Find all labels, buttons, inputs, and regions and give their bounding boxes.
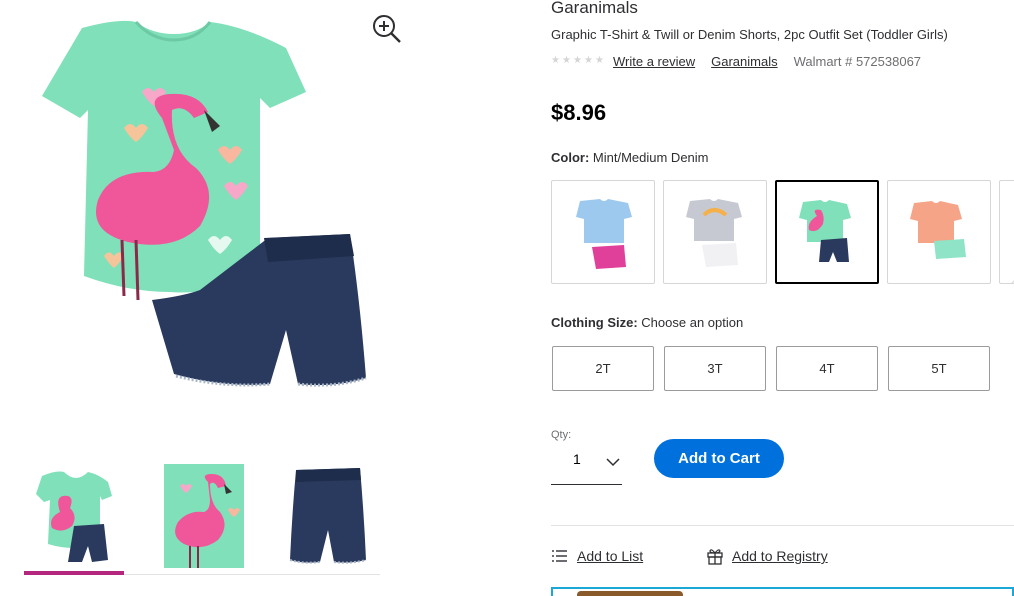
size-label-row: Clothing Size: Choose an option bbox=[551, 315, 743, 330]
swatch-coral-tee-mint-shorts[interactable] bbox=[887, 180, 991, 284]
swatch-blue-tee-pink-shorts[interactable] bbox=[551, 180, 655, 284]
swatch-gray-tee-white-shorts[interactable] bbox=[663, 180, 767, 284]
swatch-mint-tee-denim-shorts[interactable] bbox=[775, 180, 879, 284]
thumbnail-denim-shorts[interactable] bbox=[288, 464, 368, 568]
review-row: ★ ★ ★ ★ ★ Write a review Garanimals Walm… bbox=[551, 52, 921, 70]
chevron-down-icon bbox=[606, 454, 620, 467]
star-icon: ★ bbox=[584, 55, 593, 66]
quantity-value: 1 bbox=[573, 451, 581, 467]
promo-image bbox=[577, 591, 683, 596]
add-to-cart-button[interactable]: Add to Cart bbox=[654, 439, 784, 478]
main-product-image[interactable] bbox=[24, 0, 384, 430]
quantity-label: Qty: bbox=[551, 429, 572, 441]
swatch-more[interactable] bbox=[999, 180, 1014, 284]
color-value: Mint/Medium Denim bbox=[592, 150, 709, 165]
promo-banner[interactable] bbox=[551, 587, 1014, 596]
list-icon bbox=[551, 547, 569, 565]
add-to-registry-action[interactable]: Add to Registry bbox=[706, 546, 828, 566]
size-label: Clothing Size: bbox=[551, 315, 638, 330]
rating-stars: ★ ★ ★ ★ ★ bbox=[551, 56, 605, 66]
size-value: Choose an option bbox=[641, 315, 744, 330]
outfit-illustration bbox=[42, 20, 367, 387]
color-label-row: Color: Mint/Medium Denim bbox=[551, 150, 709, 165]
add-to-registry-link[interactable]: Add to Registry bbox=[732, 548, 828, 564]
write-review-link[interactable]: Write a review bbox=[613, 54, 695, 69]
add-to-list-action[interactable]: Add to List bbox=[551, 546, 643, 566]
gift-icon bbox=[706, 547, 724, 565]
zoom-in-icon[interactable] bbox=[370, 12, 404, 46]
star-icon: ★ bbox=[573, 55, 582, 66]
star-icon: ★ bbox=[595, 55, 604, 66]
thumbnail-outfit-set[interactable] bbox=[34, 464, 114, 568]
color-swatches bbox=[551, 180, 1014, 284]
product-title: Graphic T-Shirt & Twill or Denim Shorts,… bbox=[551, 27, 948, 42]
size-option-2t[interactable]: 2T bbox=[552, 346, 654, 391]
thumbnail-strip bbox=[24, 456, 380, 576]
section-divider bbox=[551, 525, 1014, 526]
size-option-4t[interactable]: 4T bbox=[776, 346, 878, 391]
size-option-5t[interactable]: 5T bbox=[888, 346, 990, 391]
star-icon: ★ bbox=[551, 55, 560, 66]
thumbnail-flamingo-shirt-closeup[interactable] bbox=[164, 464, 244, 568]
thumbnail-selected-indicator bbox=[24, 571, 124, 575]
quantity-select[interactable]: 1 bbox=[551, 444, 622, 485]
brand-title: Garanimals bbox=[551, 0, 638, 17]
item-number: Walmart # 572538067 bbox=[793, 53, 922, 69]
star-icon: ★ bbox=[562, 55, 571, 66]
size-option-3t[interactable]: 3T bbox=[664, 346, 766, 391]
price: $8.96 bbox=[551, 100, 607, 125]
color-label: Color: bbox=[551, 150, 590, 165]
add-to-list-link[interactable]: Add to List bbox=[577, 548, 643, 564]
brand-link[interactable]: Garanimals bbox=[711, 54, 777, 69]
